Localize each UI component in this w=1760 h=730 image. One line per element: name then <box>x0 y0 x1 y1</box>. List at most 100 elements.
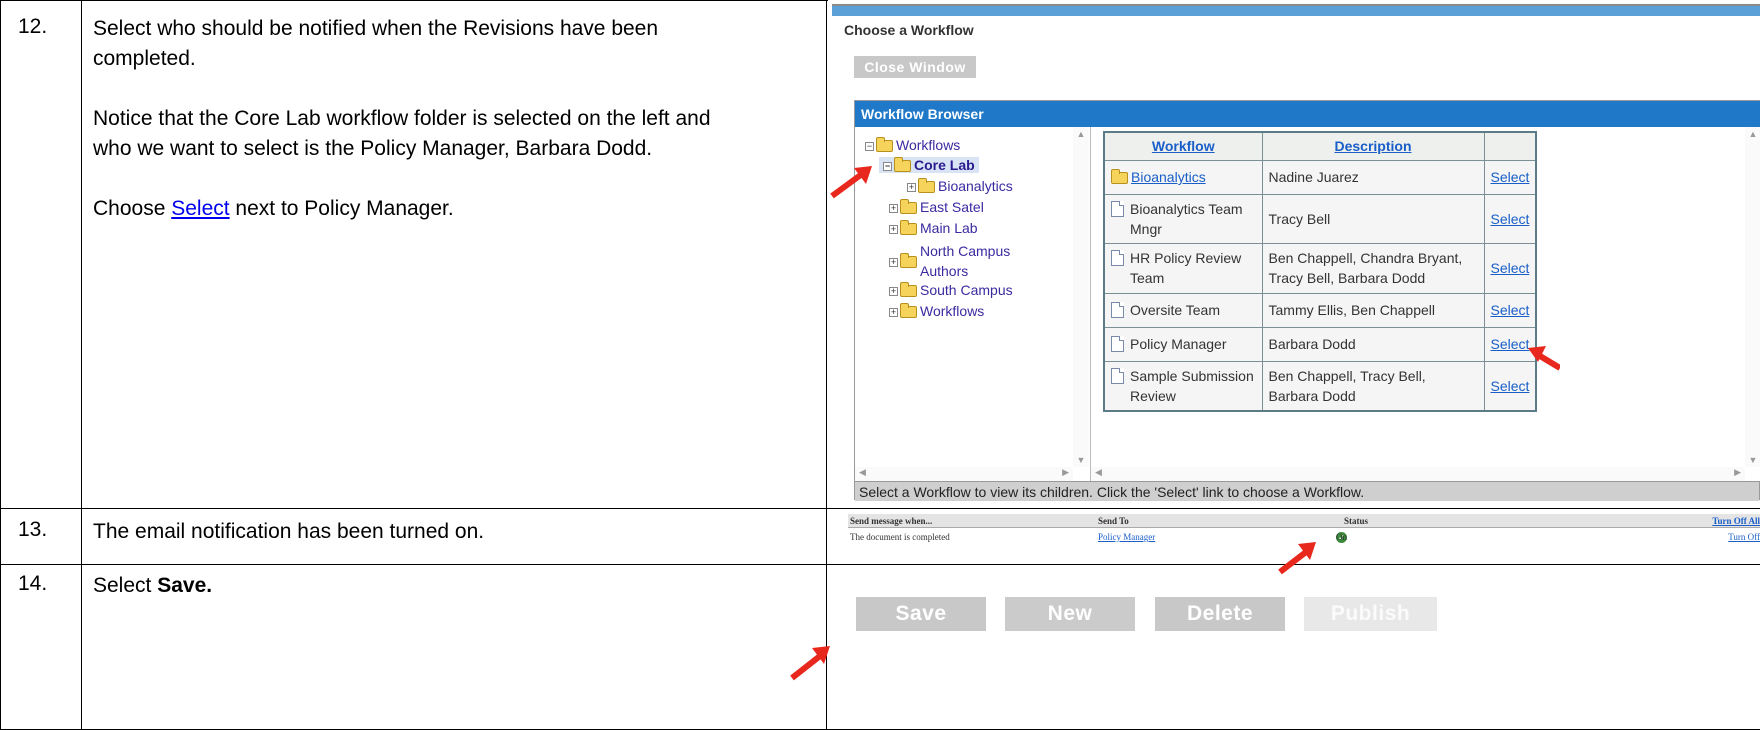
folder-tree: − Workflows − Core Lab + Bioanalytics + East… <box>855 127 1091 481</box>
send-to-link[interactable]: Policy Manager <box>1098 532 1155 542</box>
status-header: Status <box>1344 516 1369 526</box>
tree-item-label: Authors <box>920 263 969 279</box>
step-text-line: Select who should be notified when the R… <box>93 17 659 40</box>
step-text-line: Choose Select next to Policy Manager. <box>93 194 813 224</box>
description-cell: Tracy Bell <box>1261 193 1485 244</box>
folder-icon <box>900 303 917 319</box>
step-text-fragment: next to Policy Manager. <box>229 197 454 220</box>
table-row: Oversite Team Tammy Ellis, Ben Chappell … <box>1103 292 1537 328</box>
step-instructions: Select who should be notified when the R… <box>93 14 813 224</box>
publish-button[interactable]: Publish <box>1304 597 1437 631</box>
column-divider <box>826 0 827 730</box>
workflow-browser-header: Workflow Browser <box>855 101 1760 127</box>
new-button[interactable]: New <box>1005 597 1135 631</box>
send-to-header: Send To <box>1098 516 1129 526</box>
tree-item-workflows[interactable]: − Workflows <box>865 137 960 153</box>
step-number: 12. <box>18 15 48 38</box>
tree-vertical-scrollbar[interactable]: ▲ ▼ <box>1073 127 1089 467</box>
collapse-icon[interactable]: − <box>883 161 892 171</box>
tree-item-core-lab[interactable]: − Core Lab <box>879 157 979 173</box>
select-link[interactable]: Select <box>1491 211 1530 227</box>
notification-header-row: Send message when... Send To Status Turn… <box>848 514 1760 528</box>
expand-icon[interactable]: + <box>889 257 898 267</box>
tree-horizontal-scrollbar[interactable]: ◀ ▶ <box>855 467 1073 481</box>
tree-item-east-satel[interactable]: + East Satel <box>889 199 984 215</box>
action-cell: Select <box>1483 242 1537 294</box>
description-column-header[interactable]: Description <box>1261 131 1485 161</box>
expand-icon[interactable]: + <box>889 307 898 317</box>
scroll-right-icon[interactable]: ▶ <box>1062 467 1069 478</box>
folder-icon <box>918 178 935 194</box>
step-text-line: Notice that the Core Lab workflow folder… <box>93 107 711 130</box>
step-number: 14. <box>18 572 48 595</box>
scroll-up-icon[interactable]: ▲ <box>1745 127 1760 139</box>
action-cell: Select <box>1483 159 1537 195</box>
folder-icon <box>900 282 917 298</box>
collapse-icon[interactable]: − <box>865 141 874 151</box>
tree-item-label: Workflows <box>920 303 985 319</box>
action-cell: Select <box>1483 292 1537 328</box>
status-label: On <box>1336 532 1347 542</box>
select-link[interactable]: Select <box>1491 169 1530 185</box>
tree-item-south-campus[interactable]: + South Campus <box>889 282 1013 298</box>
grid-vertical-scrollbar[interactable]: ▲ ▼ <box>1745 127 1760 467</box>
folder-icon <box>894 157 911 173</box>
tree-item-label: East Satel <box>920 199 984 215</box>
close-window-button[interactable]: Close Window <box>854 56 976 78</box>
description-cell: Ben Chappell, Chandra Bryant, Tracy Bell… <box>1261 242 1485 294</box>
step-number: 13. <box>18 518 48 541</box>
action-column-header <box>1483 131 1537 161</box>
select-link[interactable]: Select <box>1491 378 1530 394</box>
select-policy-manager-link[interactable]: Select <box>1491 336 1530 352</box>
step-text-fragment: Choose <box>93 197 172 220</box>
scroll-left-icon[interactable]: ◀ <box>859 467 866 478</box>
expand-icon[interactable]: + <box>889 203 898 213</box>
document-icon <box>1111 302 1124 318</box>
select-link[interactable]: Select <box>1491 260 1530 276</box>
workflow-browser-status: Select a Workflow to view its children. … <box>855 481 1759 501</box>
table-row: Bioanalytics Nadine Juarez Select <box>1103 159 1537 195</box>
column-divider <box>81 0 82 730</box>
tree-item-workflows-sub[interactable]: + Workflows <box>889 303 984 319</box>
arrow-icon-status <box>1278 542 1316 575</box>
tree-item-north-campus-authors[interactable]: + North Campus Authors <box>889 241 1010 281</box>
folder-icon <box>876 137 893 153</box>
scroll-up-icon[interactable]: ▲ <box>1073 127 1089 139</box>
tree-item-label: Bioanalytics <box>938 178 1013 194</box>
scroll-down-icon[interactable]: ▼ <box>1745 455 1760 465</box>
workflow-cell: Oversite Team <box>1103 292 1263 328</box>
turn-off-link[interactable]: Turn Off <box>1728 532 1760 542</box>
turn-off-all-link[interactable]: Turn Off All <box>1712 516 1760 526</box>
scroll-right-icon[interactable]: ▶ <box>1734 467 1741 478</box>
tree-item-label-group: North Campus Authors <box>920 241 1010 281</box>
folder-icon <box>900 220 917 236</box>
select-link[interactable]: Select <box>1491 302 1530 318</box>
tree-item-main-lab[interactable]: + Main Lab <box>889 220 978 236</box>
workflow-browser: Workflow Browser − Workflows − Core Lab + B… <box>854 100 1760 501</box>
row-divider <box>0 508 1760 509</box>
document-icon <box>1111 336 1124 352</box>
folder-icon <box>1111 169 1128 185</box>
expand-icon[interactable]: + <box>889 286 898 296</box>
expand-icon[interactable]: + <box>907 182 916 192</box>
step-text-bold: Save. <box>157 574 213 597</box>
scroll-left-icon[interactable]: ◀ <box>1095 467 1102 478</box>
scroll-down-icon[interactable]: ▼ <box>1073 455 1089 465</box>
tree-item-label: North Campus <box>920 243 1011 259</box>
table-row: HR Policy Review Team Ben Chappell, Chan… <box>1103 242 1537 294</box>
step-text-fragment: Select <box>93 574 158 597</box>
workflow-column-header[interactable]: Workflow <box>1103 131 1263 161</box>
table-row-policy-manager: Policy Manager Barbara Dodd Select <box>1103 326 1537 362</box>
expand-icon[interactable]: + <box>889 224 898 234</box>
tree-item-bioanalytics[interactable]: + Bioanalytics <box>907 178 1013 194</box>
grid-horizontal-scrollbar[interactable]: ◀ ▶ <box>1091 467 1745 481</box>
workflow-cell: Sample Submission Review <box>1103 360 1263 412</box>
tree-item-label: Workflows <box>896 137 961 153</box>
tree-item-label: South Campus <box>920 282 1013 298</box>
delete-button[interactable]: Delete <box>1155 597 1285 631</box>
workflow-name: Oversite Team <box>1130 302 1220 318</box>
save-button[interactable]: Save <box>856 597 986 631</box>
workflow-folder-link[interactable]: Bioanalytics <box>1131 169 1206 185</box>
table-header-row: Workflow Description <box>1103 131 1537 161</box>
select-link[interactable]: Select <box>171 197 229 220</box>
